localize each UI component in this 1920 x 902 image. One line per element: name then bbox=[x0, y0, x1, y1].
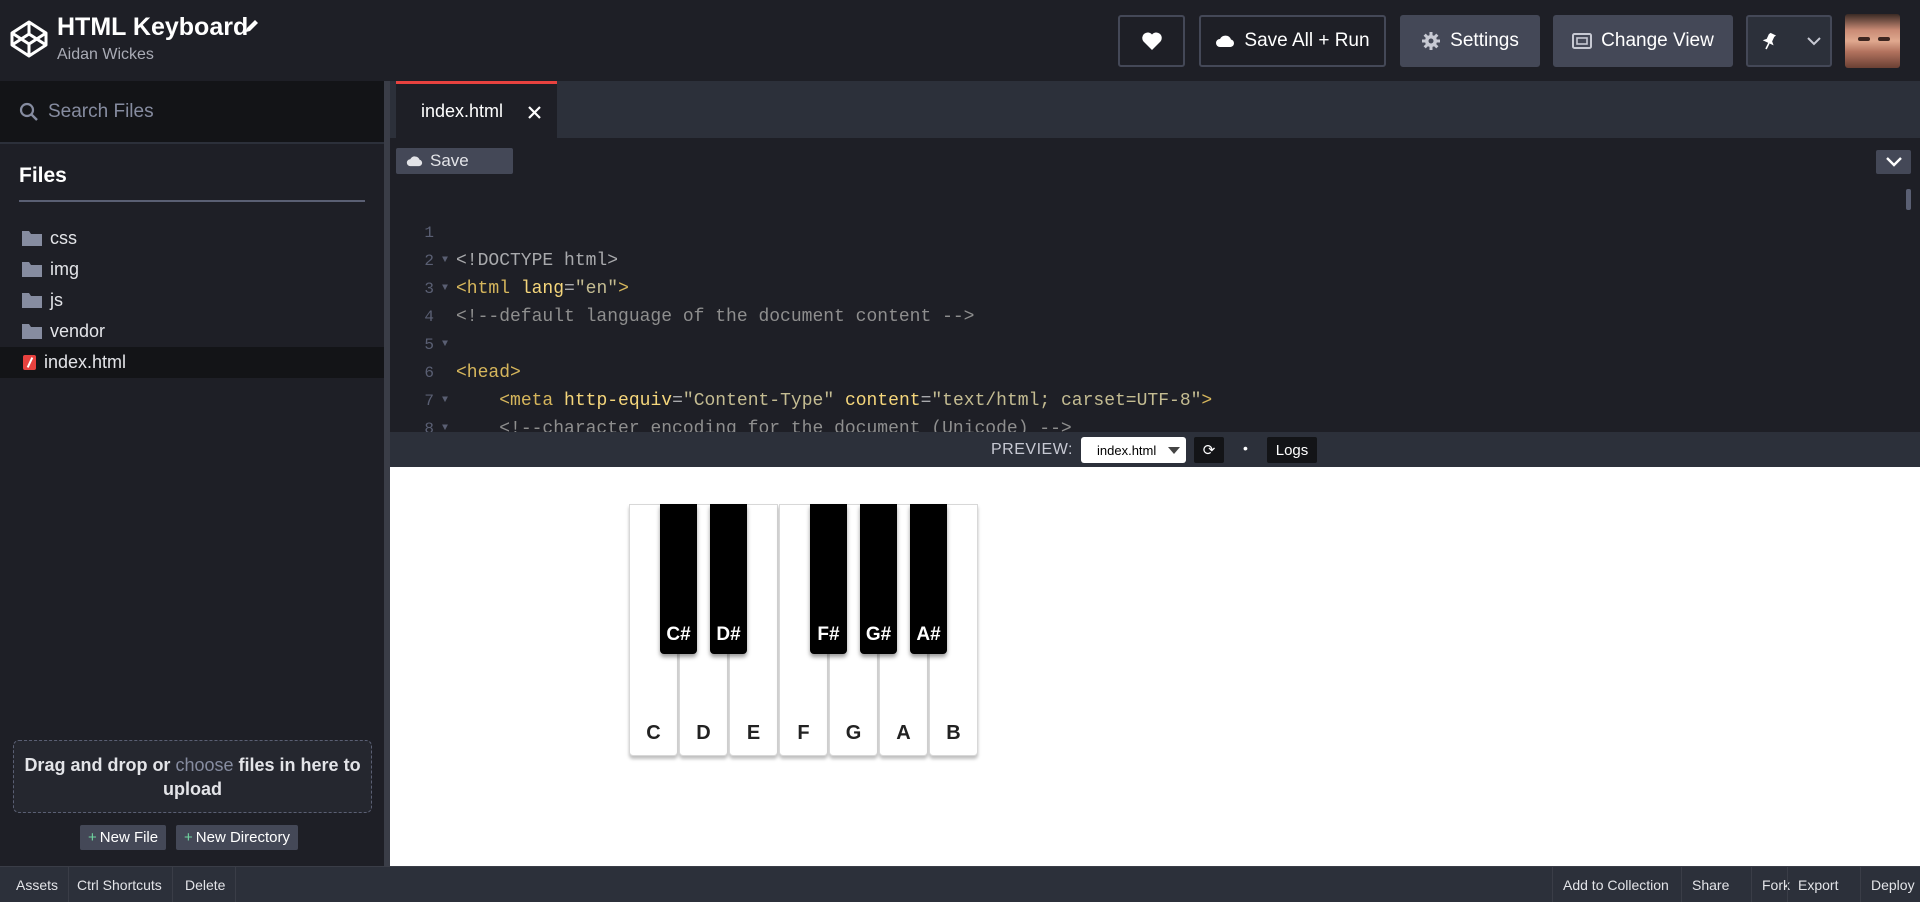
code-line: 8▼ <title>HTML Keyboard</title> bbox=[424, 420, 449, 432]
black-key-a-sharp[interactable]: A# bbox=[910, 504, 947, 654]
code-line: 1 <!DOCTYPE html> bbox=[424, 224, 619, 271]
pin-icon bbox=[1762, 32, 1777, 50]
refresh-button[interactable]: ⟳ bbox=[1194, 437, 1224, 463]
black-key-f-sharp[interactable]: F# bbox=[810, 504, 847, 654]
search-icon bbox=[19, 102, 38, 121]
change-view-label: Change View bbox=[1601, 30, 1714, 51]
folder-vendor[interactable]: vendor bbox=[0, 316, 384, 347]
cloud-icon bbox=[1216, 35, 1235, 47]
folder-icon bbox=[22, 231, 42, 246]
pencil-icon[interactable] bbox=[244, 18, 260, 34]
editor-scrollbar[interactable] bbox=[1906, 189, 1911, 210]
settings-label: Settings bbox=[1450, 30, 1519, 51]
close-icon[interactable] bbox=[527, 105, 542, 120]
black-key-g-sharp[interactable]: G# bbox=[860, 504, 897, 654]
folder-icon bbox=[22, 262, 42, 277]
file-label: index.html bbox=[44, 352, 127, 372]
gear-icon bbox=[1422, 32, 1441, 50]
plus-icon: + bbox=[88, 829, 97, 846]
ctrl-shortcuts-button[interactable]: Ctrl Shortcuts bbox=[67, 867, 173, 902]
cloud-icon bbox=[406, 156, 423, 167]
tab-label: index.html bbox=[421, 101, 504, 121]
preview-file-value: index.html bbox=[1097, 443, 1157, 458]
preview-label: PREVIEW: bbox=[991, 441, 1073, 458]
folder-icon bbox=[22, 324, 42, 339]
assets-button[interactable]: Assets bbox=[6, 867, 70, 902]
deploy-button[interactable]: Deploy bbox=[1860, 867, 1920, 902]
add-to-collection-button[interactable]: Add to Collection bbox=[1552, 867, 1679, 902]
editor-tabbar: index.html bbox=[390, 81, 1920, 138]
black-key-c-sharp[interactable]: C# bbox=[660, 504, 697, 654]
editor-options-button[interactable] bbox=[1876, 150, 1911, 174]
save-all-run-button[interactable]: Save All + Run bbox=[1199, 15, 1386, 67]
folder-label: vendor bbox=[50, 321, 106, 341]
code-line: 2 ▼ <html lang="en"> bbox=[424, 252, 629, 299]
footer-bar: Assets Ctrl Shortcuts Delete Add to Coll… bbox=[0, 866, 1920, 902]
file-index-html[interactable]: index.html bbox=[0, 347, 384, 378]
layout-icon bbox=[1572, 33, 1593, 49]
heart-icon bbox=[1141, 32, 1162, 50]
preview-bar[interactable]: PREVIEW: index.html ⟳ • Logs bbox=[390, 432, 1920, 467]
upload-dropzone[interactable]: Drag and drop or choose files in here to… bbox=[13, 740, 372, 813]
folder-css[interactable]: css bbox=[0, 223, 384, 254]
app-header: HTML Keyboard Aidan Wickes Save All + Ru… bbox=[0, 0, 1920, 81]
settings-button[interactable]: Settings bbox=[1400, 15, 1540, 67]
search-files-input[interactable] bbox=[48, 98, 368, 126]
folder-label: img bbox=[50, 259, 80, 279]
new-directory-label: New Directory bbox=[195, 829, 290, 846]
delete-button[interactable]: Delete bbox=[175, 867, 237, 902]
chevron-down-icon[interactable] bbox=[1807, 36, 1821, 46]
avatar[interactable] bbox=[1845, 14, 1900, 68]
search-box bbox=[0, 81, 384, 144]
author-name[interactable]: Aidan Wickes bbox=[57, 46, 154, 64]
new-file-button[interactable]: + New File bbox=[80, 825, 167, 850]
tab-index-html[interactable]: index.html bbox=[396, 81, 557, 138]
caret-down-icon bbox=[1168, 447, 1180, 454]
separator-dot: • bbox=[1243, 440, 1248, 456]
black-key-d-sharp[interactable]: D# bbox=[710, 504, 747, 654]
dropzone-prefix: Drag and drop or bbox=[24, 755, 171, 775]
logs-label: Logs bbox=[1275, 441, 1309, 459]
chevron-down-icon bbox=[1885, 157, 1902, 167]
project-title: HTML Keyboard bbox=[57, 13, 249, 41]
logs-button[interactable]: Logs bbox=[1267, 437, 1317, 463]
divider bbox=[19, 200, 365, 202]
code-line: 9▼ <!--web page title --> bbox=[390, 415, 1910, 432]
love-button[interactable] bbox=[1118, 15, 1185, 67]
codepen-logo-icon[interactable] bbox=[9, 19, 49, 59]
share-button[interactable]: Share bbox=[1681, 867, 1739, 902]
files-heading: Files bbox=[19, 164, 67, 187]
change-view-button[interactable]: Change View bbox=[1553, 15, 1733, 67]
save-button[interactable]: Save bbox=[396, 148, 513, 174]
html-file-icon bbox=[23, 355, 36, 370]
new-file-label: New File bbox=[99, 829, 159, 846]
refresh-icon: ⟳ bbox=[1202, 442, 1216, 459]
new-directory-button[interactable]: + New Directory bbox=[176, 825, 298, 850]
code-line: 7 ▼ <!--character encoding for the docume… bbox=[424, 392, 1072, 432]
code-editor[interactable]: 1 <!DOCTYPE html> 2 ▼ <html lang="en"> 3 ▼… bbox=[390, 185, 1920, 432]
preview-frame[interactable]: C D E F G A B C# D# F# G# A# bbox=[390, 467, 1920, 866]
code-line: 5 ▼ <head> bbox=[424, 336, 521, 383]
preview-file-select[interactable]: index.html bbox=[1081, 437, 1186, 463]
piano-keyboard: C D E F G A B C# D# F# G# A# bbox=[629, 504, 981, 756]
folder-icon bbox=[22, 293, 42, 308]
save-all-run-label: Save All + Run bbox=[1244, 30, 1370, 51]
code-line: 3 ▼ <!--default language of the document … bbox=[424, 280, 975, 327]
pin-button[interactable] bbox=[1746, 15, 1832, 67]
code-line: 6 <meta http-equiv="Content-Type" conten… bbox=[424, 364, 1213, 411]
folder-js[interactable]: js bbox=[0, 285, 384, 316]
folder-img[interactable]: img bbox=[0, 254, 384, 285]
folder-label: css bbox=[50, 228, 77, 248]
file-sidebar: Files css img js vendor index.html Drag … bbox=[0, 81, 384, 866]
code-line: 4 bbox=[424, 308, 434, 326]
choose-files-link[interactable]: choose bbox=[175, 755, 233, 775]
save-label: Save bbox=[430, 151, 469, 170]
editor-toolbar: Save bbox=[390, 138, 1920, 185]
folder-label: js bbox=[50, 290, 63, 310]
plus-icon: + bbox=[184, 829, 193, 846]
export-button[interactable]: Export bbox=[1787, 867, 1848, 902]
